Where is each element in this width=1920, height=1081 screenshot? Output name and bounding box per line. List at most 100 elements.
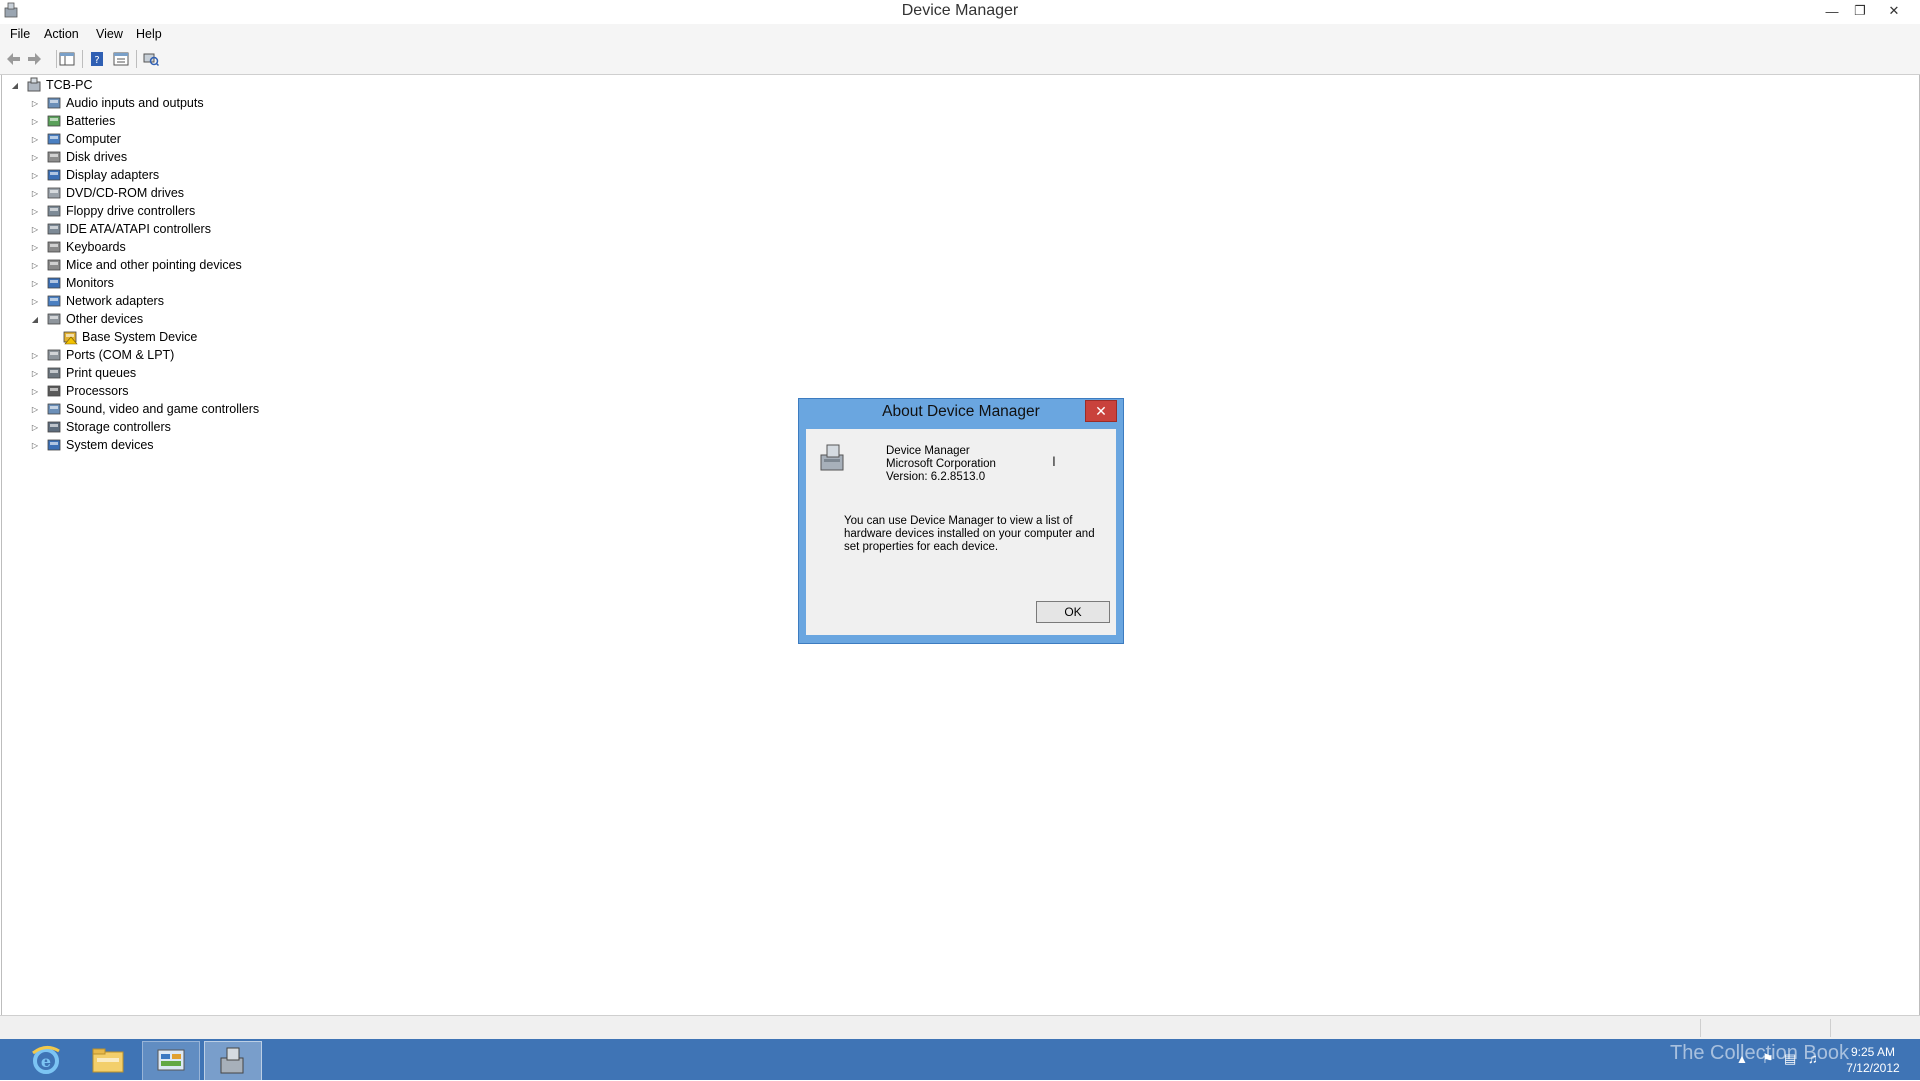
- tree-category-node[interactable]: ▷ Disk drives: [30, 148, 127, 166]
- tree-category-node[interactable]: ▷ Keyboards: [30, 238, 126, 256]
- menu-view[interactable]: View: [96, 27, 123, 41]
- expand-arrow-icon[interactable]: ▷: [30, 242, 40, 252]
- collapse-arrow-icon[interactable]: ◢: [30, 314, 40, 324]
- tree-node-label: Monitors: [66, 276, 114, 290]
- expand-arrow-icon[interactable]: ▷: [30, 422, 40, 432]
- ide-controller-icon: [47, 223, 61, 235]
- dialog-close-button[interactable]: ✕: [1085, 400, 1117, 422]
- expand-arrow-icon[interactable]: ▷: [30, 404, 40, 414]
- floppy-controller-icon: [47, 205, 61, 217]
- tree-category-node[interactable]: ▷ Monitors: [30, 274, 114, 292]
- tree-category-node[interactable]: ◢ Other devices: [30, 310, 143, 328]
- restore-button[interactable]: ❐: [1846, 0, 1874, 22]
- expand-arrow-icon[interactable]: ▷: [30, 278, 40, 288]
- tree-node-label: Sound, video and game controllers: [66, 402, 260, 416]
- network-adapter-icon: [47, 295, 61, 307]
- tree-category-node[interactable]: ▷ Network adapters: [30, 292, 164, 310]
- scan-hardware-changes-button[interactable]: [142, 50, 160, 68]
- expand-arrow-icon[interactable]: ▷: [30, 296, 40, 306]
- tree-category-node[interactable]: ▷ Processors: [30, 382, 129, 400]
- properties-icon: [113, 52, 129, 66]
- status-divider: [1700, 1019, 1701, 1037]
- expand-arrow-icon[interactable]: ▷: [30, 98, 40, 108]
- tree-node-label: Mice and other pointing devices: [66, 258, 242, 272]
- taskbar-file-explorer[interactable]: [80, 1041, 136, 1079]
- expand-arrow-icon[interactable]: ▷: [30, 206, 40, 216]
- folder-icon: [92, 1048, 124, 1073]
- expand-arrow-icon[interactable]: ▷: [30, 350, 40, 360]
- properties-button[interactable]: [112, 50, 130, 68]
- tree-node-label: IDE ATA/ATAPI controllers: [66, 222, 211, 236]
- expand-arrow-icon[interactable]: ▷: [30, 368, 40, 378]
- expand-arrow-icon[interactable]: ▷: [30, 116, 40, 126]
- tree-category-node[interactable]: ▷ Computer: [30, 130, 121, 148]
- tree-category-node[interactable]: ▷ Storage controllers: [30, 418, 171, 436]
- help-button[interactable]: ?: [88, 50, 106, 68]
- tree-category-node[interactable]: ▷ System devices: [30, 436, 154, 454]
- scan-hardware-icon: [143, 53, 159, 67]
- expand-arrow-icon[interactable]: ▷: [30, 224, 40, 234]
- expand-arrow-icon[interactable]: ▷: [30, 188, 40, 198]
- tree-category-node[interactable]: ▷ Ports (COM & LPT): [30, 346, 174, 364]
- status-bar: [0, 1015, 1920, 1040]
- expand-arrow-icon[interactable]: ▷: [30, 260, 40, 270]
- tree-category-node[interactable]: ▷ Floppy drive controllers: [30, 202, 195, 220]
- show-hide-console-tree-button[interactable]: [58, 50, 76, 68]
- about-dialog: About Device Manager ✕ Device Manager Mi…: [798, 398, 1124, 644]
- show-hidden-icons-icon[interactable]: ▲: [1736, 1052, 1748, 1066]
- network-icon[interactable]: ▤: [1784, 1051, 1796, 1067]
- volume-icon[interactable]: ♫: [1808, 1051, 1818, 1066]
- menu-bar: [0, 24, 1920, 46]
- menu-file[interactable]: File: [10, 27, 30, 41]
- tree-node-label: Storage controllers: [66, 420, 171, 434]
- tree-node-label: Ports (COM & LPT): [66, 348, 175, 362]
- tree-category-node[interactable]: ▷ IDE ATA/ATAPI controllers: [30, 220, 211, 238]
- help-icon: ?: [91, 52, 103, 66]
- internet-explorer-icon: e: [32, 1046, 60, 1074]
- status-divider: [1830, 1019, 1831, 1037]
- action-center-flag-icon[interactable]: ⚑: [1762, 1051, 1774, 1067]
- storage-controller-icon: [47, 421, 61, 433]
- taskbar-clock[interactable]: 9:25 AM 7/12/2012: [1838, 1044, 1908, 1076]
- tree-child-node[interactable]: Base System Device: [46, 328, 197, 346]
- version-text: Version: 6.2.8513.0: [886, 471, 986, 483]
- expand-arrow-icon[interactable]: ▷: [30, 152, 40, 162]
- tree-category-node[interactable]: ▷ Audio inputs and outputs: [30, 94, 204, 112]
- expand-arrow-icon[interactable]: ▷: [30, 440, 40, 450]
- description-line: hardware devices installed on your compu…: [844, 528, 1095, 540]
- description-line: You can use Device Manager to view a lis…: [844, 515, 1073, 527]
- taskbar-device-manager[interactable]: [204, 1041, 262, 1081]
- close-window-button[interactable]: ✕: [1880, 0, 1908, 22]
- console-tree-icon: [59, 52, 75, 66]
- clock-date: 7/12/2012: [1846, 1061, 1900, 1075]
- minimize-button[interactable]: —: [1818, 0, 1846, 22]
- sound-controller-icon: [47, 403, 61, 415]
- ok-button[interactable]: OK: [1036, 601, 1110, 623]
- expand-arrow-icon[interactable]: ▷: [30, 134, 40, 144]
- toolbar: [0, 46, 1920, 75]
- tree-node-label: Network adapters: [66, 294, 164, 308]
- forward-button[interactable]: [26, 50, 44, 68]
- menu-action[interactable]: Action: [44, 27, 79, 41]
- tree-category-node[interactable]: ▷ Print queues: [30, 364, 136, 382]
- taskbar-control-panel[interactable]: [142, 1041, 200, 1081]
- tree-node-label: Display adapters: [66, 168, 160, 182]
- tree-category-node[interactable]: ▷ Sound, video and game controllers: [30, 400, 259, 418]
- tree-category-node[interactable]: ▷ Display adapters: [30, 166, 159, 184]
- tree-category-node[interactable]: ▷ Mice and other pointing devices: [30, 256, 242, 274]
- tree-category-node[interactable]: ▷ DVD/CD-ROM drives: [30, 184, 184, 202]
- tree-node-label: Print queues: [66, 366, 137, 380]
- menu-help[interactable]: Help: [136, 27, 162, 41]
- tree-root-node[interactable]: ◢ TCB-PC: [10, 76, 93, 94]
- tree-category-node[interactable]: ▷ Batteries: [30, 112, 115, 130]
- back-button[interactable]: [4, 50, 22, 68]
- collapse-arrow-icon[interactable]: ◢: [10, 80, 20, 90]
- taskbar-internet-explorer[interactable]: e: [18, 1041, 74, 1079]
- expand-arrow-icon[interactable]: ▷: [30, 386, 40, 396]
- description-line: set properties for each device.: [844, 541, 999, 553]
- mouse-icon: [47, 259, 61, 271]
- expand-arrow-icon[interactable]: ▷: [30, 170, 40, 180]
- dvd-drive-icon: [47, 187, 61, 199]
- tree-node-label: System devices: [66, 438, 154, 452]
- display-adapter-icon: [47, 169, 61, 181]
